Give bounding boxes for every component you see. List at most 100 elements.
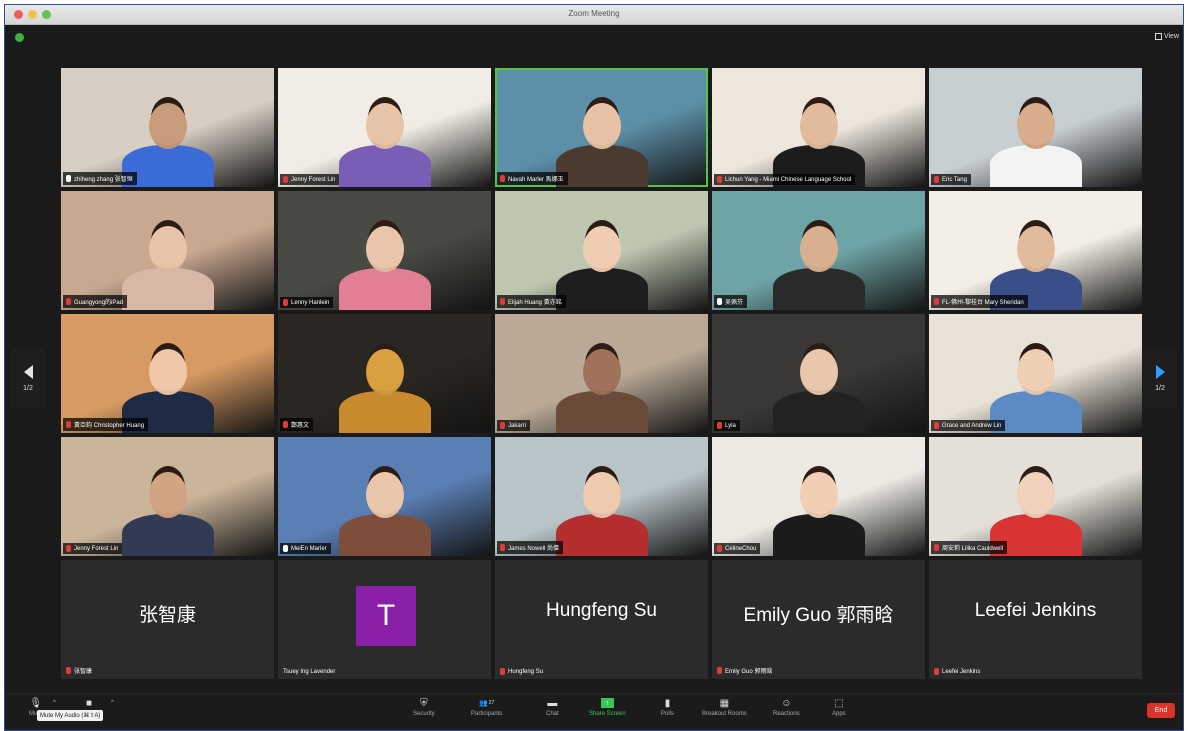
reactions-button[interactable]: ☺ Reactions: [773, 697, 800, 718]
participant-name-label: zhiheng zhang 张智恒: [63, 172, 137, 185]
participant-name-label: Lichun Yang - Miami Chinese Language Sch…: [714, 174, 856, 185]
muted-microphone-icon: [66, 545, 71, 552]
mute-tooltip: Mute My Audio (⌘⇧A): [37, 710, 104, 721]
previous-page-button[interactable]: 1/2: [11, 347, 45, 409]
participant-face: [148, 103, 187, 149]
participants-button[interactable]: 👥 27 Participants: [471, 698, 502, 717]
muted-microphone-icon: [66, 421, 71, 428]
participant-name: Lenny Hanlein: [291, 299, 330, 306]
participant-video-tile[interactable]: 黃亞鈞 Christopher Huang: [61, 314, 274, 433]
participant-name-label: CelineChou: [714, 543, 761, 554]
apps-icon: ⬚: [834, 697, 844, 709]
zoom-window: Zoom Meeting View 1/2 1/2 zhiheng zhang …: [4, 4, 1184, 731]
participant-name-label: Lenny Hanlein: [280, 297, 334, 308]
view-label: View: [1163, 33, 1179, 40]
participant-figure: [555, 145, 648, 187]
participant-video-tile[interactable]: Grace and Andrew Lin: [929, 314, 1142, 433]
apps-button[interactable]: ⬚ Apps: [832, 697, 846, 718]
participant-video-tile[interactable]: Navah Marler 馬娜玉: [495, 68, 708, 187]
participant-video-tile[interactable]: CelineChou: [712, 437, 925, 556]
participant-name-label: 鄭惠文: [280, 418, 314, 431]
participant-video-tile[interactable]: zhiheng zhang 张智恒: [61, 68, 274, 187]
participant-video-tile[interactable]: Eric Tang: [929, 68, 1142, 187]
participant-name-label: Hungfeng Su: [497, 666, 547, 677]
smiley-icon: ☺: [781, 697, 792, 709]
muted-microphone-icon: [500, 422, 505, 429]
video-camera-icon: ■: [85, 697, 93, 709]
participant-face: [1016, 349, 1055, 395]
participant-figure: [555, 268, 648, 310]
muted-microphone-icon: [934, 668, 939, 675]
participant-face: [365, 349, 404, 395]
participant-figure: [121, 514, 214, 556]
share-screen-button[interactable]: ↑ Share Screen: [589, 698, 626, 717]
participant-name-label: FL-佛州-黎桂台 Mary Sheridan: [931, 295, 1028, 308]
participant-avatar: T: [356, 586, 416, 646]
participant-video-tile[interactable]: Jenny Forest Lin: [278, 68, 491, 187]
participant-name-label: 吴佩芬: [714, 295, 748, 308]
participant-name-label: Grace and Andrew Lin: [931, 420, 1006, 431]
participant-video-tile[interactable]: Elijah Huang 黃亦銘: [495, 191, 708, 310]
breakout-grid-icon: ▦: [719, 697, 730, 709]
participant-name: Lichun Yang - Miami Chinese Language Sch…: [725, 176, 852, 183]
view-button[interactable]: View: [1154, 33, 1179, 40]
participant-face: [365, 226, 404, 272]
participant-video-tile[interactable]: MeiEn Marler: [278, 437, 491, 556]
participants-icon: 👥 27: [479, 700, 495, 707]
participants-label: Participants: [471, 711, 503, 717]
breakout-rooms-button[interactable]: ▦ Breakout Rooms: [702, 697, 747, 718]
window-title: Zoom Meeting: [568, 9, 620, 18]
participant-video-tile[interactable]: Lichun Yang - Miami Chinese Language Sch…: [712, 68, 925, 187]
participant-name: Guangyong的iPad: [74, 300, 124, 306]
participant-no-video-tile[interactable]: Emily Guo 郭雨晗 Emily Guo 郭雨晗: [712, 560, 925, 679]
participant-figure: [338, 391, 431, 433]
participant-video-tile[interactable]: Jenny Forest Lin: [61, 437, 274, 556]
participant-no-video-tile[interactable]: Leefei Jenkins Leefei Jenkins: [929, 560, 1142, 679]
participant-face: [582, 349, 621, 395]
participant-name-label: Guangyong的iPad: [63, 295, 128, 308]
participant-video-tile[interactable]: Jakarri: [495, 314, 708, 433]
encryption-shield-icon[interactable]: [15, 33, 24, 42]
participant-video-tile[interactable]: Lenny Hanlein: [278, 191, 491, 310]
participant-name: 吴佩芬: [725, 300, 744, 306]
muted-microphone-icon: [66, 667, 71, 674]
participant-face: [582, 472, 621, 518]
participant-face: [582, 226, 621, 272]
muted-microphone-icon: [500, 544, 505, 551]
participant-name: Jenny Forest Lin: [74, 545, 119, 552]
share-screen-icon: ↑: [600, 698, 614, 708]
participant-no-video-tile[interactable]: T Tsuey Ing Lavender: [278, 560, 491, 679]
participant-video-tile[interactable]: 周安莉 Lilika Cauldwell: [929, 437, 1142, 556]
participant-video-tile[interactable]: FL-佛州-黎桂台 Mary Sheridan: [929, 191, 1142, 310]
end-meeting-button[interactable]: End: [1147, 703, 1175, 718]
participant-video-tile[interactable]: James Nowell 尚傑: [495, 437, 708, 556]
microphone-icon: 🎙: [29, 697, 43, 709]
participant-figure: [338, 268, 431, 310]
security-button[interactable]: ⛨ Security: [413, 698, 435, 718]
next-page-button[interactable]: 1/2: [1143, 347, 1177, 409]
participant-video-tile[interactable]: Lyla: [712, 314, 925, 433]
participant-no-video-tile[interactable]: Hungfeng Su Hungfeng Su: [495, 560, 708, 679]
participant-video-tile[interactable]: 鄭惠文: [278, 314, 491, 433]
title-bar: Zoom Meeting: [5, 5, 1183, 25]
audio-options-chevron-icon[interactable]: ^: [53, 700, 56, 706]
participant-name: Eric Tang: [942, 176, 967, 183]
muted-microphone-icon: [934, 176, 939, 183]
participant-figure: [338, 514, 431, 556]
video-options-chevron-icon[interactable]: ^: [111, 700, 114, 706]
video-button[interactable]: ■: [83, 697, 95, 709]
participant-name: CelineChou: [725, 545, 757, 552]
chat-button[interactable]: ▬ Chat: [546, 698, 559, 718]
muted-microphone-icon: [934, 422, 939, 429]
participant-face: [799, 349, 838, 395]
polls-button[interactable]: ▮ Polls: [661, 698, 674, 718]
arrow-right-icon: [1155, 364, 1165, 379]
participant-name: FL-佛州-黎桂台 Mary Sheridan: [942, 300, 1024, 306]
participant-name: 黃亞鈞 Christopher Huang: [74, 423, 145, 429]
gallery-grid: zhiheng zhang 张智恒 Jenny Forest Lin Navah M…: [61, 68, 1143, 679]
participant-name-label: MeiEn Marler: [280, 543, 331, 554]
participant-video-tile[interactable]: Guangyong的iPad: [61, 191, 274, 310]
participant-video-tile[interactable]: 吴佩芬: [712, 191, 925, 310]
participant-no-video-tile[interactable]: 张智康 张智康: [61, 560, 274, 679]
muted-microphone-icon: [283, 299, 288, 306]
